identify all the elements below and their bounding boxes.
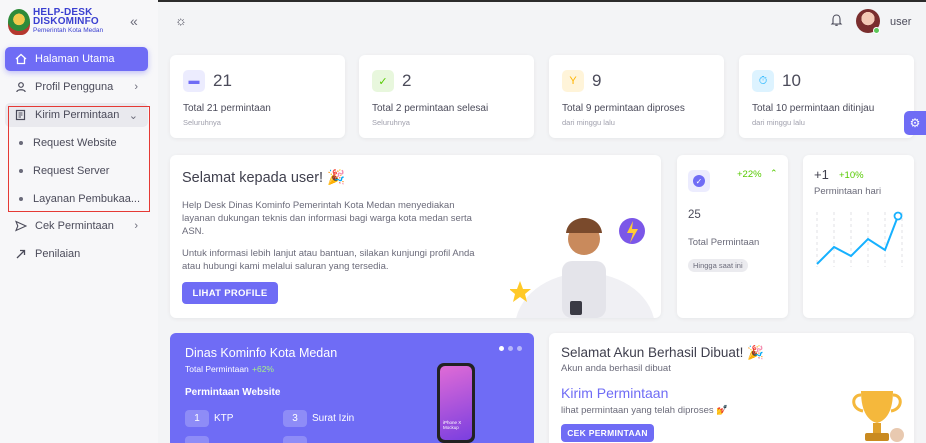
stat-label: Total 10 permintaan ditinjau <box>752 103 875 114</box>
daily-label: Permintaan hari <box>814 186 882 197</box>
bell-icon[interactable] <box>830 13 843 27</box>
welcome-text-2: Untuk informasi lebih lanjut atau bantua… <box>182 248 475 272</box>
sidebar-item-penilaian[interactable]: Penilaian <box>5 242 148 266</box>
carousel-dot[interactable] <box>517 346 522 351</box>
collapse-sidebar-icon[interactable]: « <box>130 13 138 29</box>
fork-icon: Y <box>562 70 584 92</box>
account-created-card: Selamat Akun Berhasil Dibuat! 🎉 Akun and… <box>549 333 914 443</box>
daily-percent: +10% <box>839 170 864 181</box>
kirim-permintaan-link[interactable]: Kirim Permintaan <box>561 385 668 401</box>
brand-line-3: Pemerintah Kota Medan <box>33 27 104 34</box>
theme-toggle-icon[interactable]: ☼ <box>175 13 187 28</box>
medan-logo-icon <box>8 8 30 35</box>
stat-label: Total 2 permintaan selesai <box>372 103 489 114</box>
phone-text: iPhone X Mockup <box>443 420 462 430</box>
stat-card-total: ▬ 21 Total 21 permintaan Seluruhnya <box>170 55 345 138</box>
total-permintaan-card: ✓ +22% ⌃ 25 Total Permintaan Hingga saat… <box>677 155 788 318</box>
total-label: Total Permintaan <box>688 237 760 248</box>
welcome-card: Selamat kepada user! 🎉 Help Desk Dinas K… <box>170 155 661 318</box>
send-icon <box>15 220 27 232</box>
brand[interactable]: HELP-DESK DISKOMINFO Pemerintah Kota Med… <box>8 8 103 35</box>
brand-text: HELP-DESK DISKOMINFO Pemerintah Kota Med… <box>33 8 103 35</box>
chevron-up-icon: ⌃ <box>770 168 778 178</box>
total-value: 25 <box>688 209 701 221</box>
stat-value: 9 <box>592 71 602 90</box>
row-placeholder <box>185 436 209 443</box>
chevron-right-icon: › <box>134 81 138 93</box>
phone-illustration: iPhone X Mockup <box>437 363 475 443</box>
permintaan-hari-card: +1 +10% Permintaan hari <box>803 155 914 318</box>
stat-label: Total 21 permintaan <box>183 103 271 114</box>
sidebar-item-label: Cek Permintaan <box>35 220 114 232</box>
top-border <box>158 0 926 2</box>
van-icon: ▬ <box>183 70 205 92</box>
highlight-box <box>8 106 150 212</box>
stat-sub: Seluruhnya <box>372 118 410 127</box>
account-title: Selamat Akun Berhasil Dibuat! 🎉 <box>561 345 764 360</box>
sidebar-item-cek-permintaan[interactable]: Cek Permintaan › <box>5 214 148 238</box>
stat-card-ditinjau: ⏱ 10 Total 10 permintaan ditinjau dari m… <box>739 55 914 138</box>
row-label: KTP <box>214 413 234 424</box>
stat-sub: Seluruhnya <box>183 118 221 127</box>
dinas-kominfo-card: Dinas Kominfo Kota Medan Total Permintaa… <box>170 333 534 443</box>
row-placeholder <box>283 436 307 443</box>
row-number: 1 <box>185 410 209 427</box>
welcome-text-1: Help Desk Dinas Kominfo Pemerintah Kota … <box>182 200 472 237</box>
username[interactable]: user <box>890 16 911 28</box>
percent-change: +22% <box>737 169 762 180</box>
external-icon <box>16 249 26 259</box>
welcome-title: Selamat kepada user! 🎉 <box>182 170 346 186</box>
stat-value: 2 <box>402 71 412 90</box>
account-desc: lihat permintaan yang telah diproses 💅 <box>561 405 729 416</box>
row-label: Surat Izin <box>312 413 355 424</box>
stat-label: Total 9 permintaan diproses <box>562 103 685 114</box>
home-icon <box>15 53 27 65</box>
dinas-title: Dinas Kominfo Kota Medan <box>185 346 338 360</box>
carousel-dot[interactable] <box>508 346 513 351</box>
sidebar-item-halaman-utama[interactable]: Halaman Utama <box>5 47 148 71</box>
account-sub: Akun anda berhasil dibuat <box>561 363 671 374</box>
check-circle-icon: ✓ <box>688 170 710 192</box>
dinas-section: Permintaan Website <box>185 387 281 398</box>
stat-sub: dari minggu lalu <box>562 118 615 127</box>
online-status-dot <box>873 27 880 34</box>
stat-card-diproses: Y 9 Total 9 permintaan diproses dari min… <box>549 55 724 138</box>
daily-sparkline <box>816 211 903 267</box>
sidebar-item-label: Penilaian <box>35 248 81 260</box>
sidebar-item-label: Profil Pengguna <box>35 81 114 93</box>
lihat-profile-button[interactable]: LIHAT PROFILE <box>182 282 278 304</box>
stat-value: 21 <box>213 71 232 90</box>
status-badge: Hingga saat ini <box>688 259 748 272</box>
check-icon: ✓ <box>372 70 394 92</box>
stat-card-selesai: ✓ 2 Total 2 permintaan selesai Seluruhny… <box>359 55 534 138</box>
dinas-sub-percent: +62% <box>252 364 274 374</box>
brand-line-2: DISKOMINFO <box>33 16 99 27</box>
stat-sub: dari minggu lalu <box>752 118 805 127</box>
row-number: 3 <box>283 410 307 427</box>
dinas-sub-label: Total Permintaan <box>185 364 249 374</box>
chevron-right-icon: › <box>134 220 138 232</box>
trophy-illustration <box>852 391 904 442</box>
sidebar: HELP-DESK DISKOMINFO Pemerintah Kota Med… <box>0 0 158 443</box>
gear-icon[interactable]: ⚙ <box>904 111 926 135</box>
sidebar-item-profil-pengguna[interactable]: Profil Pengguna › <box>5 75 148 99</box>
user-icon <box>16 82 26 93</box>
sidebar-item-label: Halaman Utama <box>35 53 115 65</box>
timer-icon: ⏱ <box>752 70 774 92</box>
stat-value: 10 <box>782 71 801 90</box>
daily-value: +1 <box>814 167 829 182</box>
carousel-dot-active[interactable] <box>499 346 504 351</box>
character-illustration <box>510 218 654 318</box>
cek-permintaan-button[interactable]: CEK PERMINTAAN <box>561 424 654 442</box>
